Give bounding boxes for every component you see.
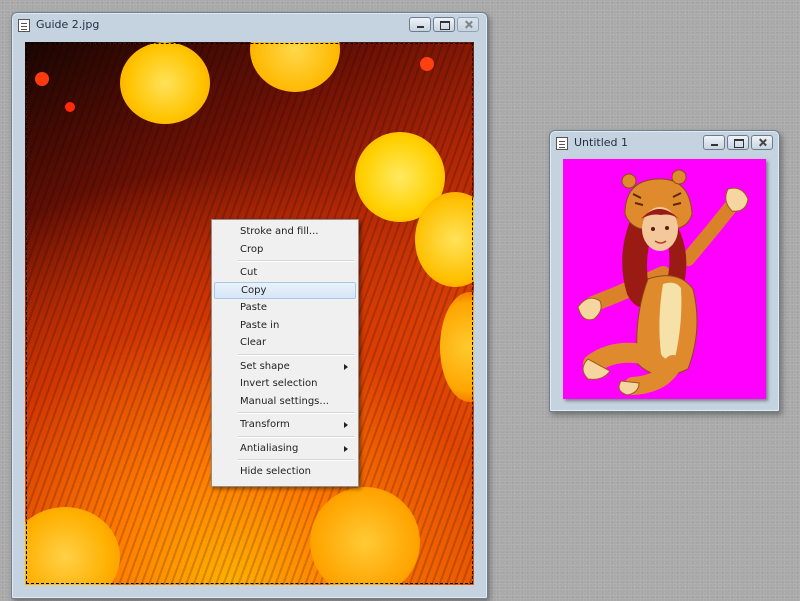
minimize-button[interactable]: [703, 135, 725, 150]
submenu-arrow-icon: [344, 445, 348, 452]
menu-item-label: Paste in: [240, 319, 280, 331]
menu-item-label: Set shape: [240, 360, 290, 372]
tiger-girl-illustration: [577, 169, 749, 396]
close-button[interactable]: [457, 17, 479, 32]
menu-separator: [238, 353, 354, 356]
menu-separator: [238, 412, 354, 414]
menu-item-paste-in[interactable]: Paste in: [214, 317, 356, 335]
menu-item-hide-selection[interactable]: Hide selection: [214, 463, 356, 481]
menu-item-label: Clear: [240, 337, 267, 348]
menu-separator: [238, 260, 354, 262]
menu-item-antialiasing[interactable]: Antialiasing: [214, 440, 356, 458]
image-window-untitled[interactable]: Untitled 1: [549, 130, 780, 412]
menu-item-label: Hide selection: [240, 466, 311, 477]
menu-item-transform[interactable]: Transform: [214, 416, 356, 434]
menu-item-label: Transform: [240, 419, 290, 430]
menu-item-set-shape[interactable]: Set shape: [214, 358, 356, 376]
document-icon: [18, 19, 30, 32]
menu-item-label: Copy: [241, 284, 267, 296]
menu-separator: [238, 435, 354, 438]
menu-item-label: Paste: [240, 302, 267, 313]
bokeh-light: [35, 72, 49, 86]
menu-item-label: Crop: [240, 243, 264, 255]
menu-separator: [238, 459, 354, 461]
menu-item-label: Cut: [240, 267, 258, 278]
bokeh-light: [420, 57, 434, 71]
caption-buttons: [703, 135, 773, 150]
submenu-arrow-icon: [344, 363, 348, 370]
minimize-button[interactable]: [409, 17, 431, 32]
menu-item-label: Manual settings...: [240, 395, 329, 407]
submenu-arrow-icon: [344, 422, 348, 428]
context-menu: Stroke and fill... Crop Cut Copy Paste Paste …: [211, 219, 359, 487]
document-icon: [556, 137, 568, 150]
title-bar[interactable]: Guide 2.jpg: [12, 13, 487, 37]
menu-item-copy[interactable]: Copy: [214, 281, 356, 299]
menu-item-stroke-and-fill[interactable]: Stroke and fill...: [214, 223, 356, 241]
menu-item-crop[interactable]: Crop: [214, 241, 356, 259]
maximize-button[interactable]: [433, 17, 455, 32]
window-title: Guide 2.jpg: [36, 18, 100, 31]
menu-item-label: Stroke and fill...: [240, 226, 319, 237]
title-bar[interactable]: Untitled 1: [550, 131, 779, 155]
window-title: Untitled 1: [574, 136, 629, 149]
menu-item-invert-selection[interactable]: Invert selection: [214, 375, 356, 393]
menu-item-clear[interactable]: Clear: [214, 334, 356, 352]
menu-item-label: Antialiasing: [240, 442, 299, 454]
menu-item-manual-settings[interactable]: Manual settings...: [214, 393, 356, 411]
bokeh-light: [65, 102, 75, 112]
maximize-button[interactable]: [727, 135, 749, 150]
caption-buttons: [409, 17, 479, 32]
bokeh-light: [120, 42, 210, 124]
menu-item-cut[interactable]: Cut: [214, 264, 356, 282]
close-button[interactable]: [751, 135, 773, 150]
menu-item-label: Invert selection: [240, 378, 318, 389]
menu-item-paste[interactable]: Paste: [214, 299, 356, 317]
image-canvas[interactable]: [563, 159, 766, 399]
